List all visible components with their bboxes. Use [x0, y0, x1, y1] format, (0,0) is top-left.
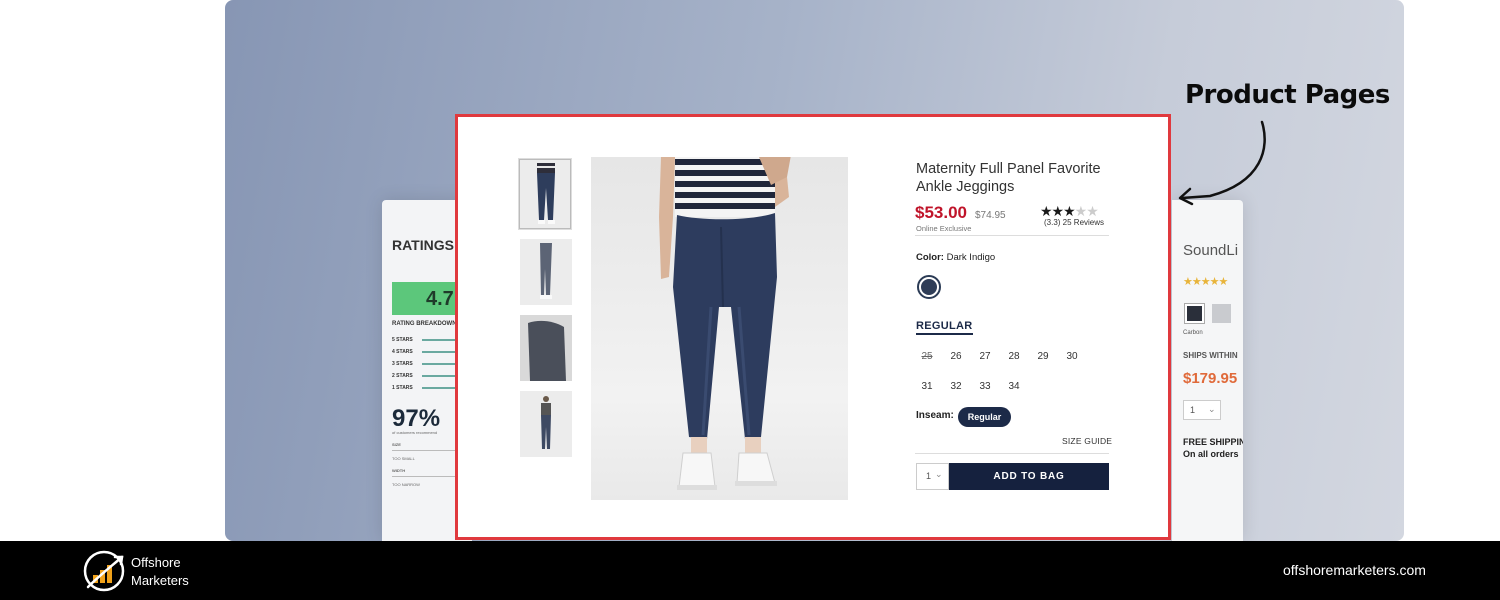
- quantity-value: 1: [926, 471, 932, 481]
- product-title: Maternity Full Panel Favorite Ankle Jegg…: [916, 161, 1101, 195]
- speaker-name: SoundLi: [1183, 242, 1239, 259]
- recommend-percent: 97%: [392, 405, 441, 432]
- sale-price: $53.00: [915, 203, 967, 222]
- chevron-down-icon: ⌄: [1208, 404, 1216, 414]
- speaker-price: $179.95: [1183, 370, 1238, 387]
- color-swatch-dark-indigo[interactable]: [917, 275, 941, 299]
- brand-name-line2: Marketers: [131, 573, 189, 588]
- quantity-value: 1: [1190, 405, 1196, 415]
- size-option[interactable]: 25: [916, 351, 938, 362]
- width-label: WIDTH: [392, 468, 406, 473]
- size-option[interactable]: 31: [916, 381, 938, 392]
- jeans-detail-icon: [520, 315, 572, 381]
- product-card: Maternity Full Panel Favorite Ankle Jegg…: [455, 114, 1171, 540]
- product-main-image: [591, 155, 848, 500]
- page-heading: Product Pages: [1185, 80, 1390, 110]
- thumbnail-detail[interactable]: [520, 315, 572, 381]
- size-option[interactable]: 29: [1032, 351, 1054, 362]
- divider: [915, 235, 1109, 236]
- quantity-select[interactable]: 1 ⌄: [1183, 400, 1221, 420]
- free-shipping-label: FREE SHIPPIN: [1183, 437, 1243, 447]
- ratings-title: RATINGS: [392, 237, 454, 253]
- brand-name-line1: Offshore: [131, 555, 181, 570]
- size-option[interactable]: 27: [974, 351, 996, 362]
- chevron-down-icon: ⌄: [935, 469, 943, 479]
- divider: [915, 453, 1109, 454]
- star-row: 1 STARS: [392, 385, 413, 391]
- reviews-link[interactable]: (3.3) 25 Reviews: [1044, 218, 1104, 227]
- filled-stars: ★★★: [1040, 203, 1076, 219]
- offshore-marketers-logo-icon: [83, 550, 125, 592]
- star-row: 3 STARS: [392, 361, 413, 367]
- rating-score: 4.7: [392, 282, 462, 315]
- footer-bar: Offshore Marketers offshoremarketers.com: [0, 541, 1500, 600]
- thumbnail-side[interactable]: [520, 239, 572, 305]
- thumbnail-full[interactable]: [520, 391, 572, 457]
- color-label: Color:: [916, 252, 944, 263]
- jeans-side-icon: [540, 243, 552, 299]
- size-option[interactable]: 30: [1061, 351, 1083, 362]
- size-option[interactable]: 34: [1003, 381, 1025, 392]
- size-value: TOO SMALL: [392, 456, 415, 461]
- recommend-text: of customers recommend: [392, 430, 438, 435]
- color-value: Dark Indigo: [946, 252, 996, 263]
- size-guide-link[interactable]: SIZE GUIDE: [1062, 436, 1112, 446]
- jeans-model-image: [659, 155, 791, 490]
- grey-swatch[interactable]: [1212, 304, 1231, 323]
- star-row: 2 STARS: [392, 373, 413, 379]
- quantity-select[interactable]: 1 ⌄: [916, 463, 949, 490]
- carbon-swatch[interactable]: [1184, 303, 1205, 324]
- rating-breakdown-label: RATING BREAKDOWN: [392, 321, 457, 327]
- star-rating-icon: ★★★★★: [1183, 276, 1228, 288]
- website-link[interactable]: offshoremarketers.com: [1283, 562, 1426, 578]
- size-option[interactable]: 33: [974, 381, 996, 392]
- ships-within-label: SHIPS WITHIN: [1183, 351, 1238, 360]
- all-orders-label: On all orders: [1183, 449, 1239, 459]
- star-row: 4 STARS: [392, 349, 413, 355]
- jeans-full-icon: [541, 396, 551, 449]
- inseam-label: Inseam:: [916, 410, 954, 421]
- empty-stars: ★★: [1074, 203, 1099, 219]
- size-option[interactable]: 32: [945, 381, 967, 392]
- online-exclusive-label: Online Exclusive: [916, 224, 972, 233]
- color-row: Color: Dark Indigo: [916, 252, 995, 263]
- speaker-card: SoundLi ★★★★★ Carbon SHIPS WITHIN $179.9…: [1172, 200, 1243, 541]
- width-value: TOO NARROW: [392, 482, 420, 487]
- add-to-bag-button[interactable]: ADD TO BAG: [949, 463, 1109, 490]
- thumbnail-front[interactable]: [518, 158, 572, 230]
- tab-regular[interactable]: REGULAR: [916, 320, 973, 335]
- inseam-regular-button[interactable]: Regular: [958, 407, 1011, 427]
- size-option[interactable]: 28: [1003, 351, 1025, 362]
- banner: RATINGS 4.7 RATING BREAKDOWN 5 STARS 4 S…: [0, 0, 1500, 600]
- original-price: $74.95: [975, 210, 1006, 221]
- size-option[interactable]: 26: [945, 351, 967, 362]
- jeans-model-icon: [520, 160, 570, 228]
- curved-arrow-icon: [1178, 120, 1266, 206]
- size-label: SIZE: [392, 442, 401, 447]
- swatch-label: Carbon: [1183, 330, 1203, 336]
- star-row: 5 STARS: [392, 337, 413, 343]
